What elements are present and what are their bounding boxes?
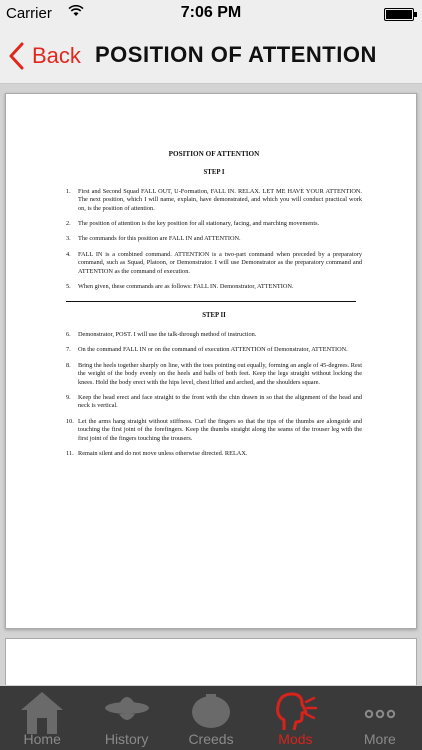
tab-mods[interactable]: Mods bbox=[253, 686, 337, 750]
document-content: POSITION OF ATTENTION STEP I 1. First and… bbox=[66, 150, 362, 465]
tab-label: More bbox=[363, 731, 396, 747]
document-page: POSITION OF ATTENTION STEP I 1. First and… bbox=[5, 93, 417, 629]
paragraph-text: FALL IN is a combined command. ATTENTION… bbox=[78, 250, 362, 275]
chevron-left-icon bbox=[9, 42, 24, 70]
paragraph-text: The commands for this position are FALL … bbox=[78, 235, 241, 243]
document-title: POSITION OF ATTENTION bbox=[168, 150, 260, 158]
paragraph-number: 7. bbox=[66, 346, 71, 354]
document-viewer[interactable]: POSITION OF ATTENTION STEP I 1. First and… bbox=[0, 85, 422, 685]
status-bar: Carrier 7:06 PM bbox=[0, 0, 422, 28]
paragraph-text: First and Second Squad FALL OUT, U-Forma… bbox=[78, 187, 362, 212]
back-label: Back bbox=[32, 43, 81, 68]
status-time: 7:06 PM bbox=[180, 4, 242, 21]
step-2-list: 6. Demonstrator, POST. I will use the tal… bbox=[66, 331, 362, 458]
paragraph-number: 10. bbox=[66, 417, 74, 425]
tab-creeds[interactable]: Creeds bbox=[169, 686, 253, 750]
paragraph-number: 4. bbox=[66, 250, 71, 258]
paragraph-text: On the command FALL IN or on the command… bbox=[78, 346, 348, 354]
document-paragraph: 1. First and Second Squad FALL OUT, U-For… bbox=[66, 188, 362, 213]
document-paragraph: 3. The commands for this position are FAL… bbox=[66, 235, 362, 243]
document-paragraph: 5. When given, these commands are as foll… bbox=[66, 283, 362, 291]
step-heading-1: STEP I bbox=[203, 169, 225, 177]
document-paragraph: 11. Remain silent and do not move unless … bbox=[66, 450, 362, 458]
tab-more[interactable]: More bbox=[338, 686, 422, 750]
tab-label: History bbox=[104, 731, 149, 747]
document-paragraph: 2. The position of attention is the key p… bbox=[66, 220, 362, 228]
paragraph-number: 5. bbox=[66, 283, 71, 291]
tab-label: Home bbox=[23, 731, 61, 747]
document-paragraph: 9. Keep the head erect and face straight … bbox=[66, 394, 362, 411]
paragraph-number: 2. bbox=[66, 220, 71, 228]
paragraph-number: 9. bbox=[66, 393, 71, 401]
document-paragraph: 4. FALL IN is a combined command. ATTENTI… bbox=[66, 251, 362, 276]
paragraph-text: Bring the heels together sharply on line… bbox=[78, 361, 362, 386]
paragraph-number: 6. bbox=[66, 330, 71, 338]
paragraph-text: Demonstrator, POST. I will use the talk-… bbox=[78, 330, 257, 338]
step-1-list: 1. First and Second Squad FALL OUT, U-For… bbox=[66, 188, 362, 292]
tab-home[interactable]: Home bbox=[0, 686, 84, 750]
paragraph-text: Remain silent and do not move unless oth… bbox=[78, 449, 248, 457]
back-button[interactable]: Back bbox=[8, 40, 81, 72]
tab-label: Mods bbox=[278, 731, 313, 747]
paragraph-text: Keep the head erect and face straight to… bbox=[78, 393, 362, 410]
paragraph-number: 3. bbox=[66, 235, 71, 243]
tab-history[interactable]: History bbox=[84, 686, 168, 750]
document-paragraph: 7. On the command FALL IN or on the comma… bbox=[66, 346, 362, 354]
document-paragraph: 8. Bring the heels together sharply on li… bbox=[66, 362, 362, 387]
tab-bar: Home History Creeds Mods More bbox=[0, 686, 422, 750]
paragraph-text: When given, these commands are as follow… bbox=[78, 283, 294, 291]
document-paragraph: 6. Demonstrator, POST. I will use the tal… bbox=[66, 331, 362, 339]
document-page-next bbox=[5, 638, 417, 685]
document-paragraph: 10. Let the arms hang straight without st… bbox=[66, 418, 362, 443]
step-heading-2: STEP II bbox=[202, 312, 226, 320]
page-title: POSITION OF ATTENTION bbox=[95, 42, 377, 67]
paragraph-number: 8. bbox=[66, 361, 71, 369]
tab-label: Creeds bbox=[188, 731, 234, 747]
paragraph-number: 1. bbox=[66, 187, 71, 195]
paragraph-text: Let the arms hang straight without stiff… bbox=[78, 417, 362, 442]
paragraph-text: The position of attention is the key pos… bbox=[78, 220, 320, 228]
navigation-bar: Back POSITION OF ATTENTION bbox=[0, 28, 422, 84]
battery-icon bbox=[384, 8, 417, 21]
section-divider bbox=[66, 301, 356, 303]
paragraph-number: 11. bbox=[66, 449, 74, 457]
